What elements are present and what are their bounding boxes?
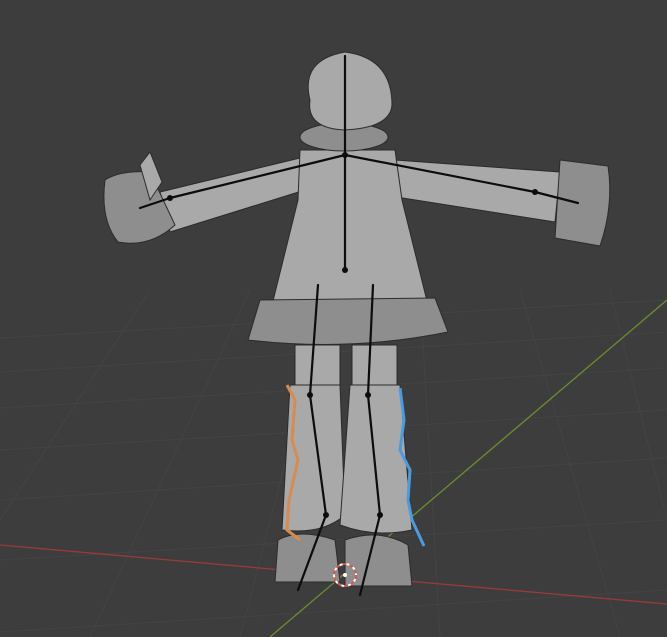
3d-viewport[interactable]: [0, 0, 667, 637]
